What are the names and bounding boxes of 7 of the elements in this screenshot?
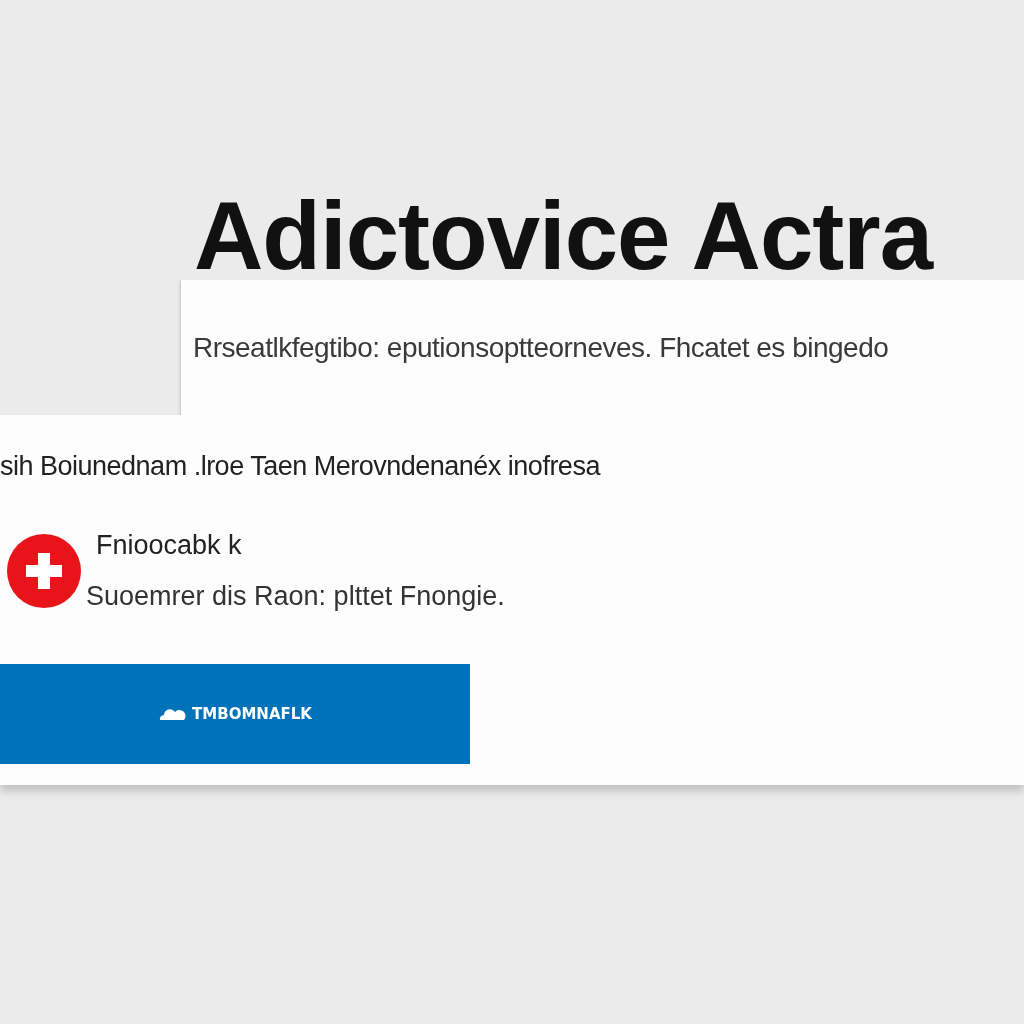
page-heading: Adictovice Actra: [194, 192, 935, 280]
cloud-icon: [158, 708, 187, 720]
alert-title: Fnioocabk k: [96, 530, 243, 561]
info-text: Rrseatlkfegtibo: eputionsoptteorneves. Fhcatet es bingedo: [193, 331, 889, 364]
alert-message: Suoemrer dis Raon: plttet Fnongie.: [86, 581, 506, 612]
action-button[interactable]: TMBOMNAFLK: [0, 664, 470, 764]
description-text: sih Boiunednam .lroe Taen Merovndenanéx inofresa: [0, 451, 602, 482]
